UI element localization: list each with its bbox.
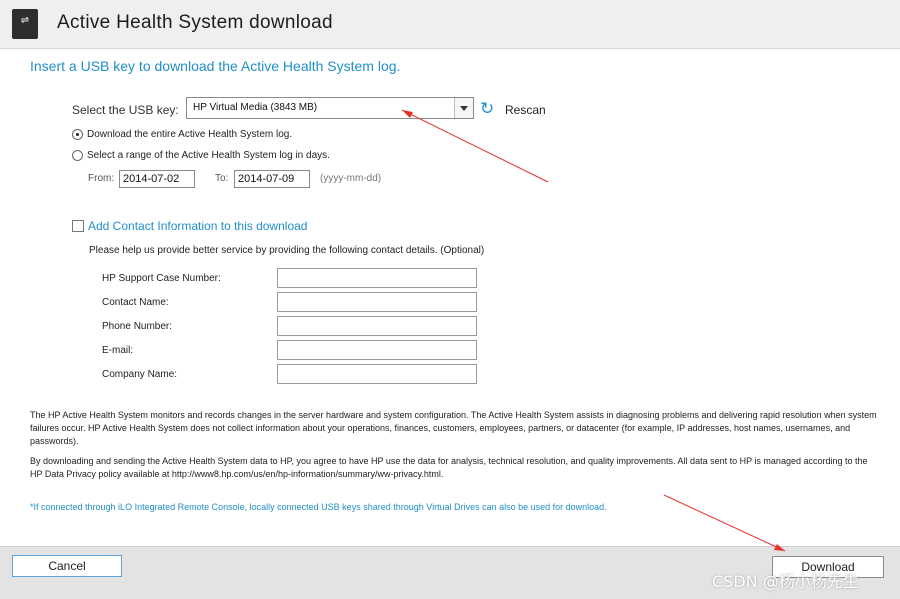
watermark: CSDN @杨小杨先生 bbox=[712, 572, 859, 591]
annotation-arrows bbox=[401, 109, 786, 552]
annotation-arrow-download bbox=[663, 494, 786, 552]
annotation-arrow-usb bbox=[401, 109, 549, 183]
